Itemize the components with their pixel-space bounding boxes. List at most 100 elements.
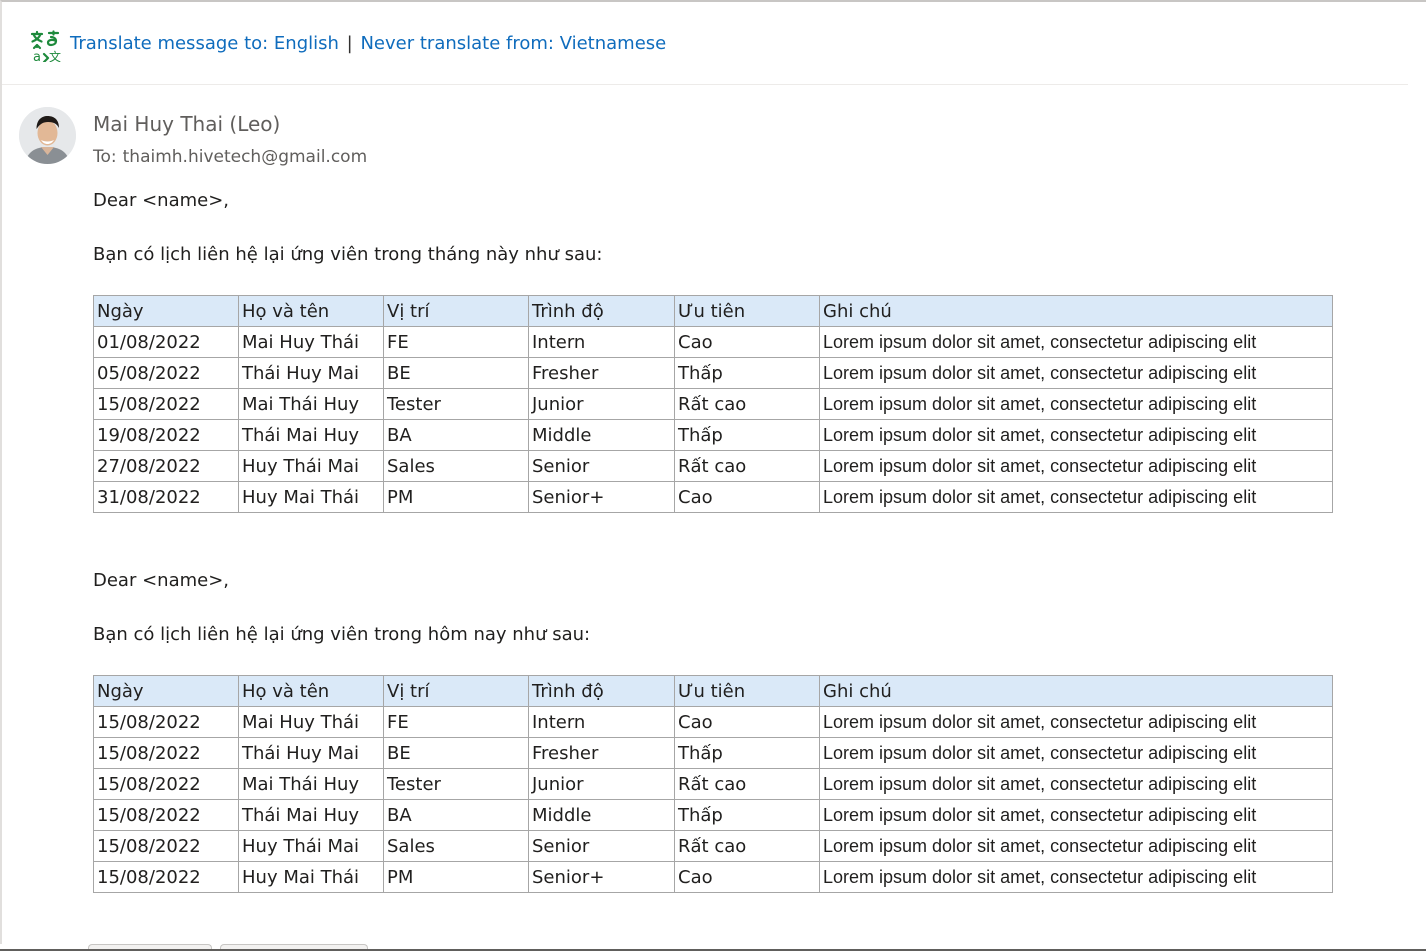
- column-header: Ghi chú: [819, 295, 1333, 327]
- table-row: 31/08/2022 Huy Mai Thái PM Senior+ Cao Lorem …: [93, 481, 1333, 513]
- table-cell: Lorem ipsum dolor sit amet, consectetur …: [819, 861, 1333, 893]
- table-header-row: Ngày Họ và tên Vị trí Trình độ Ưu tiên Ghi ch…: [93, 295, 1333, 327]
- table-cell: 05/08/2022: [93, 357, 239, 389]
- never-translate-link[interactable]: Never translate from: Vietnamese: [360, 33, 666, 54]
- table-cell: Thái Mai Huy: [238, 799, 384, 831]
- column-header: Vị trí: [383, 295, 529, 327]
- table-cell: Cao: [674, 706, 820, 738]
- sender-name[interactable]: Mai Huy Thai (Leo): [93, 111, 280, 137]
- table-cell: Rất cao: [674, 768, 820, 800]
- table-cell: Middle: [528, 799, 675, 831]
- table-cell: Junior: [528, 768, 675, 800]
- table-cell: Tester: [383, 388, 529, 420]
- table-cell: Lorem ipsum dolor sit amet, consectetur …: [819, 388, 1333, 420]
- table-cell: Cao: [674, 481, 820, 513]
- table-row: 19/08/2022 Thái Mai Huy BA Middle Thấp Lorem …: [93, 419, 1333, 451]
- table-row: 01/08/2022 Mai Huy Thái FE Intern Cao Lorem i…: [93, 326, 1333, 358]
- link-separator: |: [346, 33, 353, 54]
- table-cell: Lorem ipsum dolor sit amet, consectetur …: [819, 326, 1333, 358]
- table-cell: Mai Thái Huy: [238, 388, 384, 420]
- table-cell: BE: [383, 357, 529, 389]
- recipient-address[interactable]: thaimh.hivetech@gmail.com: [123, 147, 368, 167]
- table-cell: Sales: [383, 830, 529, 862]
- greeting-1: Dear <name>,: [93, 190, 230, 211]
- table-cell: Senior+: [528, 861, 675, 893]
- table-cell: Tester: [383, 768, 529, 800]
- column-header: Ngày: [93, 675, 239, 707]
- table-cell: Thấp: [674, 357, 820, 389]
- table-cell: FE: [383, 706, 529, 738]
- table-cell: Mai Huy Thái: [238, 706, 384, 738]
- table-cell: Fresher: [528, 357, 675, 389]
- column-header: Vị trí: [383, 675, 529, 707]
- table-cell: 15/08/2022: [93, 737, 239, 769]
- column-header: Trình độ: [528, 675, 675, 707]
- table-cell: BE: [383, 737, 529, 769]
- table-row: 15/08/2022 Mai Thái Huy Tester Junior Rất ca…: [93, 768, 1333, 800]
- column-header: Họ và tên: [238, 675, 384, 707]
- table-row: 15/08/2022 Mai Huy Thái FE Intern Cao Lorem i…: [93, 706, 1333, 738]
- table-row: 15/08/2022 Thái Huy Mai BE Fresher Thấp Lorem…: [93, 737, 1333, 769]
- table-cell: Lorem ipsum dolor sit amet, consectetur …: [819, 768, 1333, 800]
- table-cell: FE: [383, 326, 529, 358]
- table-header-row: Ngày Họ và tên Vị trí Trình độ Ưu tiên Ghi ch…: [93, 675, 1333, 707]
- table-cell: Rất cao: [674, 830, 820, 862]
- table-cell: Senior+: [528, 481, 675, 513]
- avatar-photo: [19, 107, 76, 164]
- translate-message-link[interactable]: Translate message to: English: [70, 33, 339, 54]
- table-cell: Thấp: [674, 737, 820, 769]
- table-cell: 01/08/2022: [93, 326, 239, 358]
- table-row: 15/08/2022 Thái Mai Huy BA Middle Thấp Lorem …: [93, 799, 1333, 831]
- table-cell: BA: [383, 799, 529, 831]
- translate-icon: a 文: [30, 30, 61, 62]
- table-row: 05/08/2022 Thái Huy Mai BE Fresher Thấp Lorem…: [93, 357, 1333, 389]
- table-cell: 31/08/2022: [93, 481, 239, 513]
- table-cell: Rất cao: [674, 388, 820, 420]
- intro-1: Bạn có lịch liên hệ lại ứng viên trong t…: [93, 244, 603, 265]
- table-cell: Intern: [528, 706, 675, 738]
- translate-bar: a 文 Translate message to: English | Neve…: [2, 2, 1408, 85]
- table-cell: 19/08/2022: [93, 419, 239, 451]
- table-cell: Huy Thái Mai: [238, 450, 384, 482]
- schedule-table-today: Ngày Họ và tên Vị trí Trình độ Ưu tiên Ghi ch…: [93, 675, 1333, 893]
- to-label: To:: [93, 147, 117, 167]
- table-cell: Lorem ipsum dolor sit amet, consectetur …: [819, 737, 1333, 769]
- table-cell: Mai Thái Huy: [238, 768, 384, 800]
- table-cell: 15/08/2022: [93, 830, 239, 862]
- column-header: Họ và tên: [238, 295, 384, 327]
- column-header: Trình độ: [528, 295, 675, 327]
- table-cell: Middle: [528, 419, 675, 451]
- table-cell: Fresher: [528, 737, 675, 769]
- table-cell: Senior: [528, 450, 675, 482]
- column-header: Ưu tiên: [674, 295, 820, 327]
- table-cell: 27/08/2022: [93, 450, 239, 482]
- table-cell: Cao: [674, 326, 820, 358]
- table-cell: Huy Thái Mai: [238, 830, 384, 862]
- svg-text:文: 文: [49, 49, 61, 62]
- table-cell: Thái Huy Mai: [238, 357, 384, 389]
- translate-links: Translate message to: English | Never tr…: [70, 32, 666, 56]
- recipient-line: To: thaimh.hivetech@gmail.com: [93, 146, 367, 168]
- table-cell: BA: [383, 419, 529, 451]
- table-cell: Lorem ipsum dolor sit amet, consectetur …: [819, 830, 1333, 862]
- table-cell: Mai Huy Thái: [238, 326, 384, 358]
- table-row: 15/08/2022 Huy Thái Mai Sales Senior Rất cao…: [93, 830, 1333, 862]
- table-cell: Junior: [528, 388, 675, 420]
- table-cell: Thấp: [674, 799, 820, 831]
- table-cell: Lorem ipsum dolor sit amet, consectetur …: [819, 481, 1333, 513]
- table-cell: 15/08/2022: [93, 388, 239, 420]
- table-cell: Sales: [383, 450, 529, 482]
- table-cell: Thái Mai Huy: [238, 419, 384, 451]
- sender-avatar[interactable]: [19, 107, 76, 164]
- table-cell: Intern: [528, 326, 675, 358]
- table-cell: 15/08/2022: [93, 768, 239, 800]
- table-cell: PM: [383, 481, 529, 513]
- table-cell: Thấp: [674, 419, 820, 451]
- table-cell: Lorem ipsum dolor sit amet, consectetur …: [819, 450, 1333, 482]
- table-cell: Huy Mai Thái: [238, 861, 384, 893]
- column-header: Ngày: [93, 295, 239, 327]
- greeting-2: Dear <name>,: [93, 570, 230, 591]
- table-cell: Lorem ipsum dolor sit amet, consectetur …: [819, 706, 1333, 738]
- table-row: 27/08/2022 Huy Thái Mai Sales Senior Rất cao…: [93, 450, 1333, 482]
- intro-2: Bạn có lịch liên hệ lại ứng viên trong h…: [93, 624, 591, 645]
